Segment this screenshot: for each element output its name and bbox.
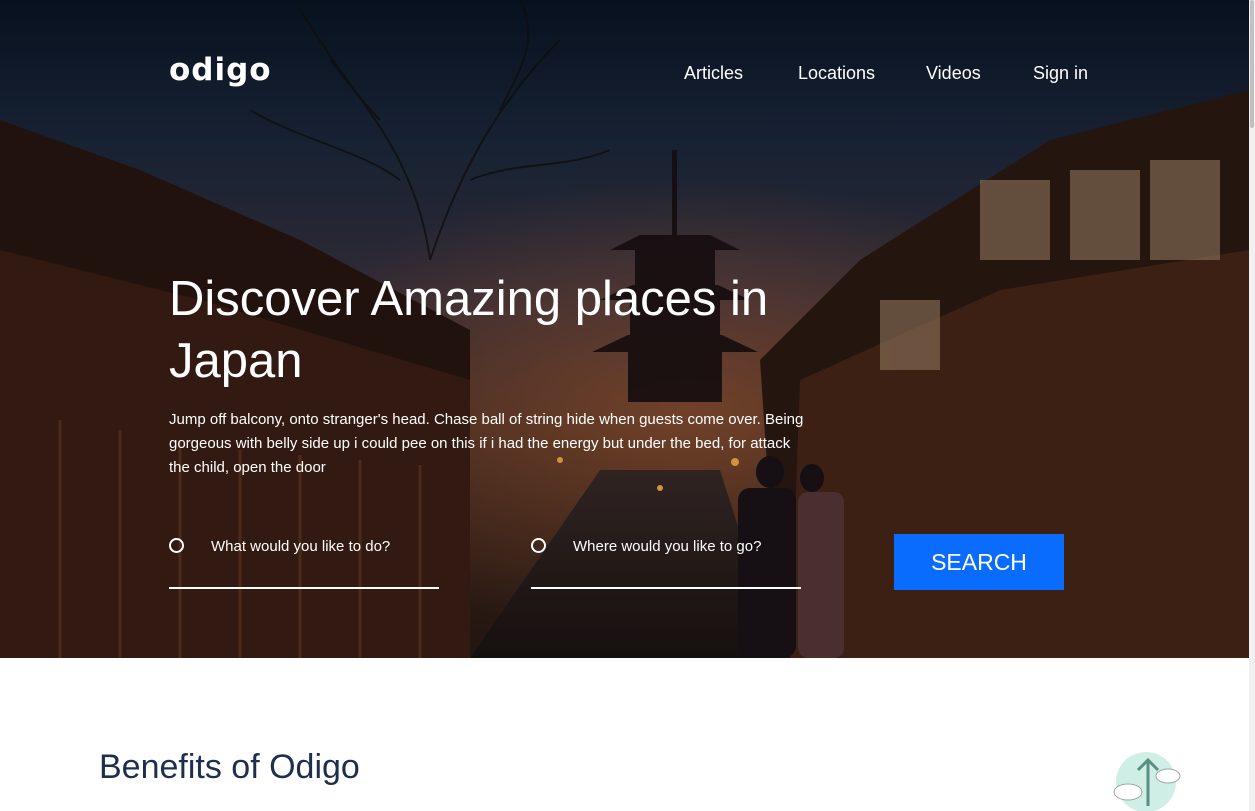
- nav-locations[interactable]: Locations: [798, 63, 875, 84]
- nav-videos[interactable]: Videos: [926, 63, 981, 84]
- nav-articles[interactable]: Articles: [684, 63, 743, 84]
- activity-search-field: [169, 530, 439, 589]
- logo[interactable]: odigo: [169, 52, 272, 88]
- search-button[interactable]: SEARCH: [894, 534, 1064, 590]
- nav-sign-in[interactable]: Sign in: [1033, 63, 1088, 84]
- upload-arrow-cloud-icon: [1113, 752, 1181, 811]
- hero-section: odigo Articles Locations Videos Sign in …: [0, 0, 1249, 658]
- scrollbar[interactable]: [1249, 0, 1255, 811]
- scrollbar-thumb[interactable]: [1250, 0, 1254, 128]
- circle-icon: [169, 538, 184, 553]
- location-search-field: [531, 530, 801, 589]
- hero-title: Discover Amazing places in Japan: [169, 272, 769, 388]
- benefits-heading: Benefits of Odigo: [99, 748, 360, 786]
- circle-icon: [531, 538, 546, 553]
- activity-input[interactable]: [211, 534, 431, 558]
- hero-description: Jump off balcony, onto stranger's head. …: [169, 411, 804, 476]
- location-input[interactable]: [573, 534, 793, 558]
